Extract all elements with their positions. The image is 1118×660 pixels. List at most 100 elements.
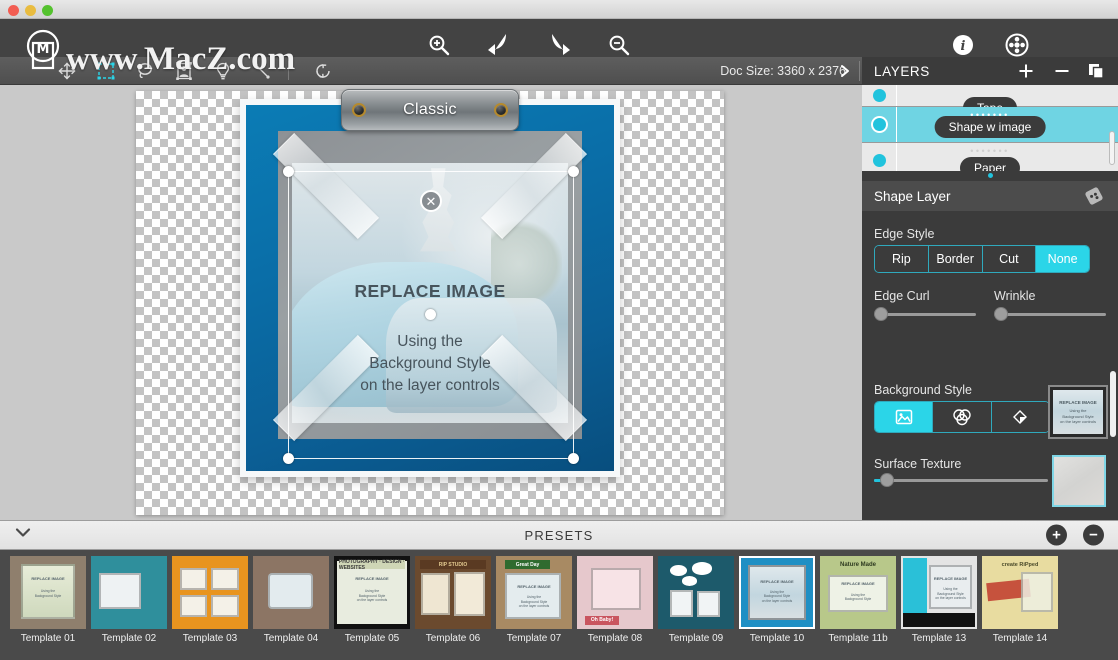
preset-template-09[interactable]: Template 09 [658,556,734,644]
zoom-out-icon[interactable] [604,30,634,60]
preset-thumbnail[interactable]: Oh Baby! [577,556,653,629]
delete-selection-button[interactable]: ✕ [420,190,442,212]
resize-handle-top-right[interactable] [568,166,579,177]
add-preset-button[interactable]: + [1046,524,1067,546]
layer-visibility-toggle[interactable] [862,154,896,167]
presets-strip[interactable]: REPLACE IMAGE Using the Background Style… [0,550,1118,660]
preset-thumbnail[interactable]: Great Day REPLACE IMAGE Using the Backgr… [496,556,572,629]
preset-template-07[interactable]: Great Day REPLACE IMAGE Using the Backgr… [496,556,572,644]
surface-texture-slider-knob[interactable] [880,473,894,487]
remove-preset-glyph: − [1089,526,1098,544]
background-style-segmented-control[interactable] [874,401,1050,433]
layers-header: LAYERS [862,57,1118,85]
chevron-down-icon[interactable] [14,526,32,545]
preset-thumbnail[interactable]: REPLACE IMAGE Using the Background Style [10,556,86,629]
preset-template-05[interactable]: PHOTOGRAPHY · DESIGN · WEBSITES REPLACE … [334,556,410,644]
preset-banner: PHOTOGRAPHY · DESIGN · WEBSITES [338,558,406,571]
preset-template-04[interactable]: Template 04 [253,556,329,644]
panel-expand-button[interactable] [830,57,860,84]
layer-visibility-toggle[interactable] [862,89,896,102]
preset-label: Template 01 [20,633,76,644]
preset-label: Template 14 [992,633,1048,644]
document-canvas[interactable]: REPLACE IMAGE Using the Background Style… [136,89,724,515]
svg-text:M: M [37,42,50,57]
edge-style-option-border[interactable]: Border [928,246,983,272]
preset-thumbnail[interactable] [658,556,734,629]
resize-handle-bottom-right[interactable] [568,453,579,464]
minimize-window-button[interactable] [25,5,36,16]
preset-thumbnail[interactable]: REPLACE IMAGE Using the Background Style… [901,556,977,629]
info-icon[interactable]: i [948,30,978,60]
resize-handle-bottom-left[interactable] [283,453,294,464]
selection-frame[interactable]: ✕ [283,166,579,464]
preset-template-06[interactable]: RIP STUDIO Template 06 [415,556,491,644]
layers-panel-title: LAYERS [874,63,930,79]
canvas-area[interactable]: REPLACE IMAGE Using the Background Style… [0,85,862,520]
preset-template-03[interactable]: Template 03 [172,556,248,644]
background-style-preview-thumbnail[interactable]: REPLACE IMAGE Using the Background Style… [1048,385,1108,439]
shapes-dice-icon[interactable] [1082,184,1106,208]
preset-template-11b[interactable]: Nature Made REPLACE IMAGE Using the Back… [820,556,896,644]
close-window-button[interactable] [8,5,19,16]
add-layer-button[interactable] [1014,59,1038,83]
zoom-in-icon[interactable] [424,30,454,60]
wrinkle-label: Wrinkle [994,289,1036,303]
preset-template-02[interactable]: Template 02 [91,556,167,644]
presets-actions: + − [1046,524,1104,546]
settings-icon[interactable] [1002,30,1032,60]
edge-style-option-rip[interactable]: Rip [875,246,929,272]
preset-thumbnail[interactable]: create RiPped [982,556,1058,629]
undo-icon[interactable] [484,30,514,60]
layers-scrollbar[interactable] [1109,131,1115,165]
edge-style-segmented-control[interactable]: Rip Border Cut None [874,245,1090,273]
preset-template-10[interactable]: REPLACE IMAGE Using the Background Style… [739,556,815,644]
preset-template-13[interactable]: REPLACE IMAGE Using the Background Style… [901,556,977,644]
remove-layer-button[interactable] [1050,59,1074,83]
resize-handle-top-left[interactable] [283,166,294,177]
preset-thumbnail[interactable] [253,556,329,629]
preset-label: Template 13 [911,633,967,644]
background-style-color-blend-icon[interactable] [933,402,992,432]
background-style-paint-fill-icon[interactable] [991,402,1049,432]
preset-template-08[interactable]: Oh Baby! Template 08 [577,556,653,644]
preset-thumbnail[interactable] [91,556,167,629]
surface-texture-thumbnail[interactable] [1052,455,1106,507]
wrinkle-slider[interactable] [994,307,1106,321]
background-style-image-fill-icon[interactable] [875,402,934,432]
preset-label: Template 08 [587,633,643,644]
edge-curl-slider[interactable] [874,307,976,321]
edge-style-option-cut[interactable]: Cut [982,246,1037,272]
surface-texture-label: Surface Texture [874,457,962,471]
layer-visibility-toggle[interactable] [862,118,896,131]
preset-thumbnail[interactable]: RIP STUDIO [415,556,491,629]
duplicate-layer-button[interactable] [1084,59,1108,83]
center-handle[interactable] [425,309,436,320]
edge-curl-slider-knob[interactable] [874,307,888,321]
edge-style-option-none[interactable]: None [1036,246,1089,272]
preset-template-14[interactable]: create RiPped Template 14 [982,556,1058,644]
preset-thumbnail[interactable] [172,556,248,629]
preset-thumbnail[interactable]: Nature Made REPLACE IMAGE Using the Back… [820,556,896,629]
preset-card-title: REPLACE IMAGE [933,575,968,581]
rotate-tool[interactable] [310,60,336,82]
layer-row-paper[interactable]: ••••••• Paper [862,143,1118,171]
preset-banner: RIP STUDIO [419,560,487,570]
zoom-window-button[interactable] [42,5,53,16]
wrinkle-slider-knob[interactable] [994,307,1008,321]
surface-texture-slider[interactable] [874,473,1048,487]
visibility-dot [872,89,886,102]
redo-icon[interactable] [544,30,574,60]
preset-card-title: REPLACE IMAGE [760,578,794,584]
preset-template-01[interactable]: REPLACE IMAGE Using the Background Style… [10,556,86,644]
window-controls [8,5,53,16]
preset-thumbnail[interactable]: PHOTOGRAPHY · DESIGN · WEBSITES REPLACE … [334,556,410,629]
preset-label: Template 09 [668,633,724,644]
layers-list[interactable]: Tape ••••••• Shape w image ••••••• Paper [862,85,1118,171]
background-style-label: Background Style [874,383,972,397]
layer-row-tape[interactable]: Tape [862,85,1118,119]
layer-row-shape-w-image[interactable]: ••••••• Shape w image [862,107,1118,143]
right-panel-scrollbar[interactable] [1110,371,1116,437]
preset-thumbnail[interactable]: REPLACE IMAGE Using the Background Style… [739,556,815,629]
nameplate[interactable]: Classic [341,89,519,131]
remove-preset-button[interactable]: − [1083,524,1104,546]
